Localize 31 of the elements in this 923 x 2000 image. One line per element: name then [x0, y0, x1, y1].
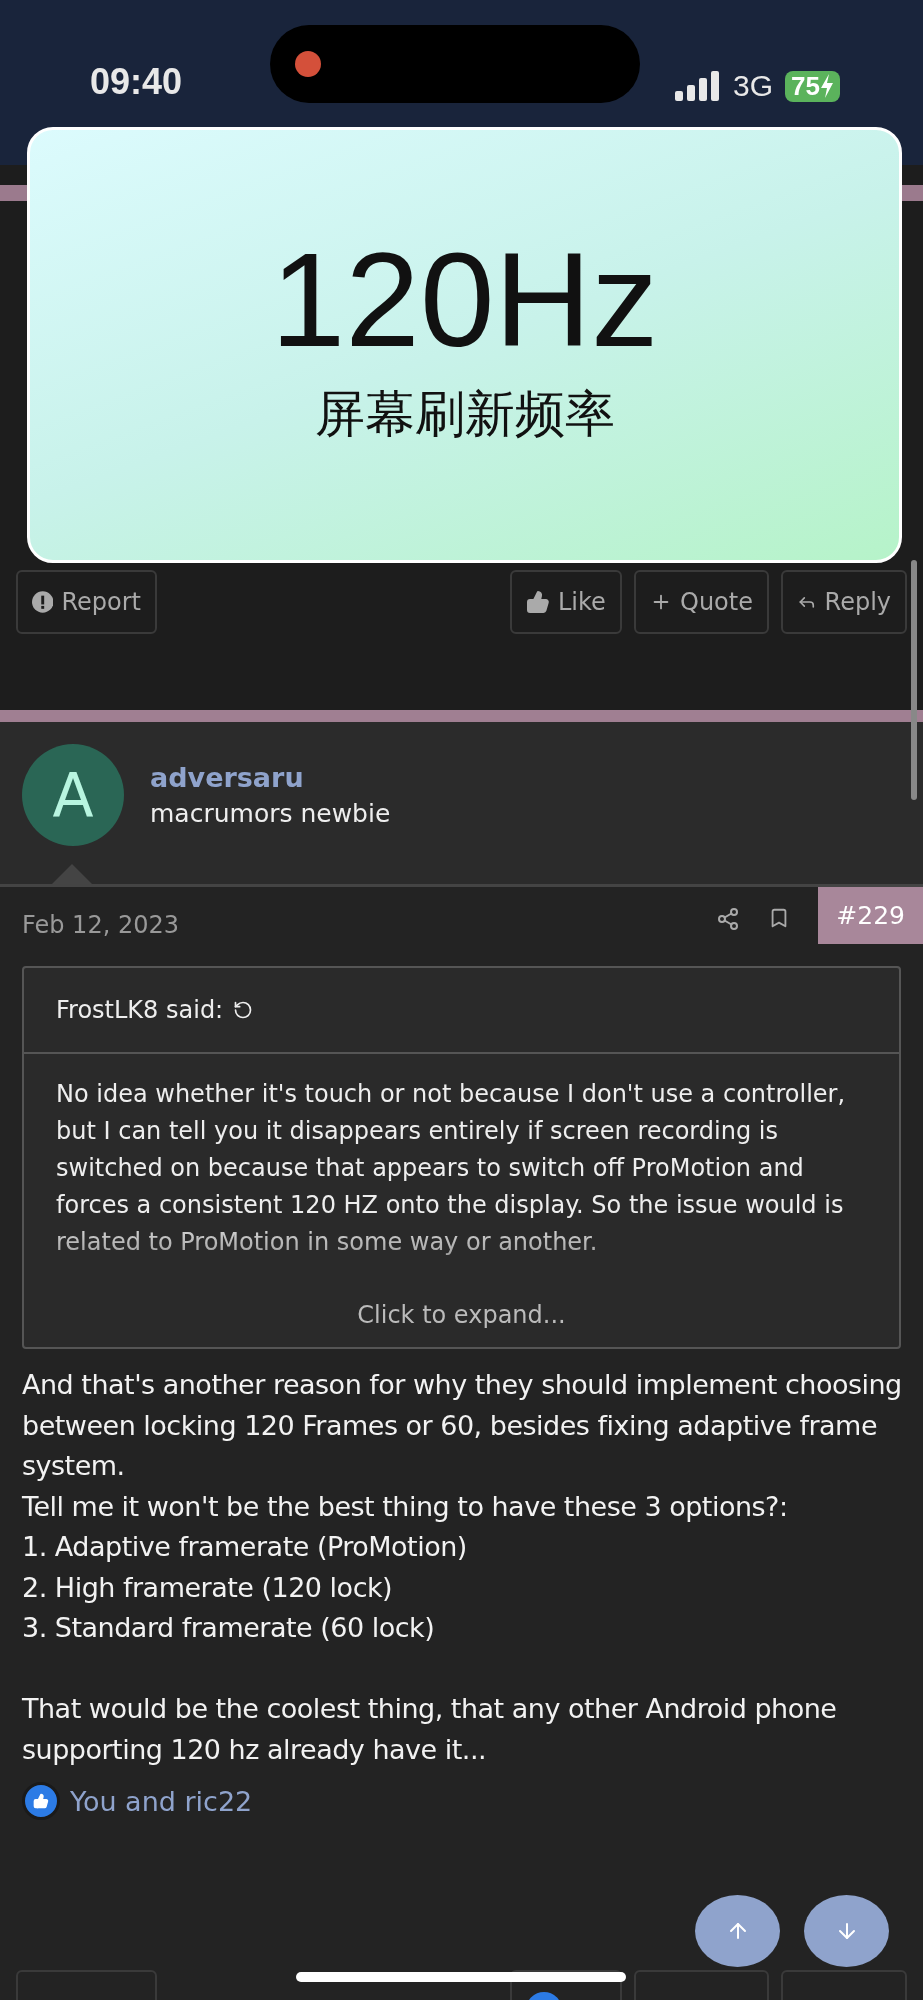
post-text: 3. Standard framerate (60 lock) — [22, 1611, 436, 1645]
signal-icon — [675, 71, 721, 101]
alert-icon — [32, 591, 54, 613]
reply-button[interactable]: Reply — [781, 570, 907, 634]
like-button[interactable]: Like — [510, 570, 622, 634]
thumbs-up-icon — [526, 590, 550, 614]
post-date[interactable]: Feb 12, 2023 — [22, 911, 179, 939]
like-badge-icon — [22, 1782, 60, 1820]
return-arrow-icon[interactable] — [233, 1000, 254, 1020]
post-text: 1. Adaptive framerate (ProMotion) — [22, 1530, 468, 1564]
recording-dot-icon — [295, 51, 321, 77]
quote-button[interactable]: Quote — [634, 570, 769, 634]
user-title: macrumors newbie — [150, 799, 391, 828]
quote-author[interactable]: FrostLK8 said: — [56, 996, 224, 1024]
battery-level: 75 — [785, 70, 840, 102]
expand-link[interactable]: Click to expand... — [24, 1261, 899, 1347]
report-button[interactable]: Report — [16, 570, 157, 634]
username-link[interactable]: adversaru — [150, 762, 391, 793]
post-text: And that's another reason for why they should implement choosing between locking 120 Frames or 60, besides fixing adaptive frame system. — [22, 1368, 903, 1483]
likes-link[interactable]: You and ric22 — [70, 1785, 253, 1817]
post-text: 2. High framerate (120 lock) — [22, 1570, 394, 1605]
post-text: Tell me it won't be the best thing to have these 3 options?: — [22, 1489, 789, 1524]
network-label: 3G — [733, 69, 774, 103]
quote-text: No idea whether it's touch or not because I don't use a controller, but I can tell you it disappears entirely if screen recording is switched on because that appears to switch off ProMotion and forces a consistent 120 HZ onto the display. So the issue would is related to ProMotion in some way or another. — [56, 1079, 847, 1258]
share-icon[interactable] — [716, 907, 741, 931]
avatar[interactable]: A — [22, 744, 124, 846]
banner-title: 120Hz — [270, 232, 659, 367]
banner-subtitle: 屏幕刷新频率 — [314, 383, 615, 445]
charging-bolt-icon — [819, 74, 834, 98]
status-time: 09:40 — [90, 61, 184, 103]
post-text: That would be the coolest thing, that any other Android phone supporting 120 hz already have it... — [22, 1692, 838, 1767]
